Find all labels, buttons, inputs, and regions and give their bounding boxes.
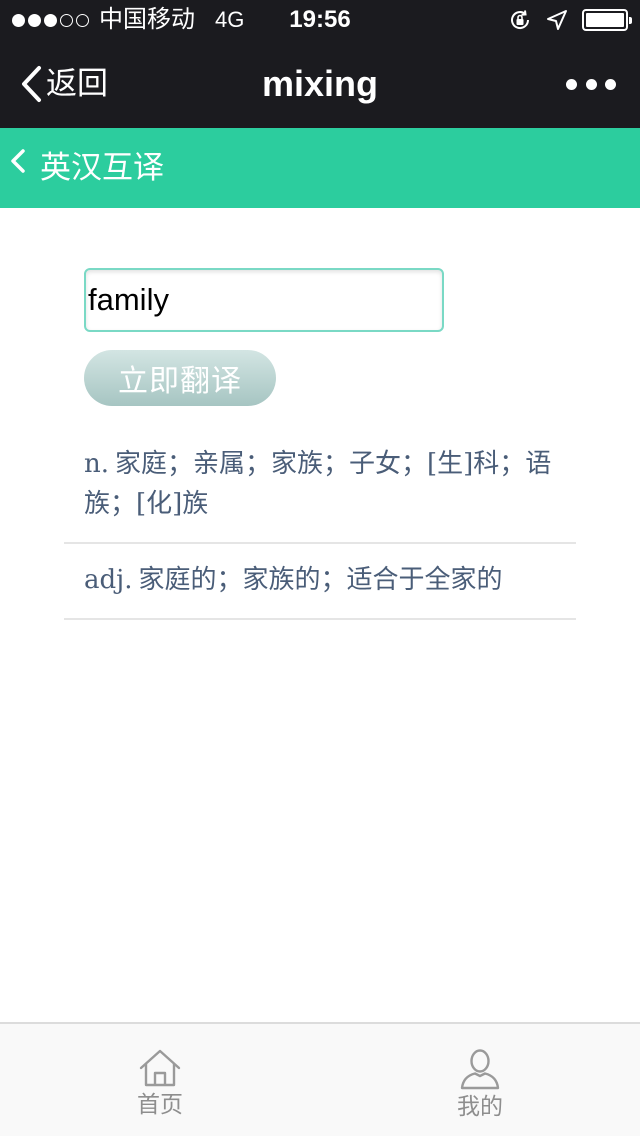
home-icon — [139, 1049, 181, 1087]
part-of-speech: n. — [84, 449, 110, 479]
status-bar: 中国移动 4G 19:56 — [0, 0, 640, 40]
rotation-lock-icon — [511, 10, 530, 29]
status-right — [508, 7, 632, 33]
more-dot-icon — [566, 78, 577, 90]
definition: 家庭的；家族的；适合于全家的 — [138, 565, 503, 595]
result-text: adj. 家庭的；家族的；适合于全家的 — [84, 560, 556, 600]
more-options-button[interactable] — [566, 76, 616, 92]
header-back-icon[interactable] — [8, 146, 28, 176]
page-title: mixing — [261, 63, 378, 104]
translate-button[interactable]: 立即翻译 — [84, 350, 276, 406]
result-item: n. 家庭；亲属；家族；子女；[生]科；语族；[化]族 — [64, 428, 576, 544]
word-input[interactable] — [84, 268, 444, 332]
user-icon — [460, 1049, 500, 1090]
location-icon — [547, 10, 567, 30]
more-dot-icon — [585, 78, 597, 90]
battery-icon — [582, 9, 632, 31]
page-header: 英汉互译 — [0, 128, 640, 208]
result-item: adj. 家庭的；家族的；适合于全家的 — [64, 544, 576, 620]
battery-cap — [629, 17, 632, 24]
header-title: 英汉互译 — [40, 150, 164, 186]
part-of-speech: adj. — [84, 565, 133, 595]
translation-results: n. 家庭；亲属；家族；子女；[生]科；语族；[化]族 adj. 家庭的；家族的；适… — [64, 428, 576, 620]
battery-level — [586, 13, 624, 27]
navigation-bar: 返回 mixing — [0, 40, 640, 128]
result-text: n. 家庭；亲属；家族；子女；[生]科；语族；[化]族 — [84, 444, 556, 524]
more-dot-icon — [605, 78, 616, 90]
app-screen: 中国移动 4G 19:56 返回 mixing 英汉互译 family 立即翻译… — [0, 0, 640, 1136]
tab-bar: 首页 我的 — [0, 1022, 640, 1136]
definition: 家庭；亲属；家族；子女；[生]科；语族；[化]族 — [84, 449, 552, 519]
tab-mine-label: 我的 — [457, 1094, 503, 1120]
tab-mine[interactable]: 我的 — [400, 1048, 560, 1122]
tab-home-label: 首页 — [137, 1092, 183, 1118]
tab-home[interactable]: 首页 — [80, 1048, 240, 1120]
